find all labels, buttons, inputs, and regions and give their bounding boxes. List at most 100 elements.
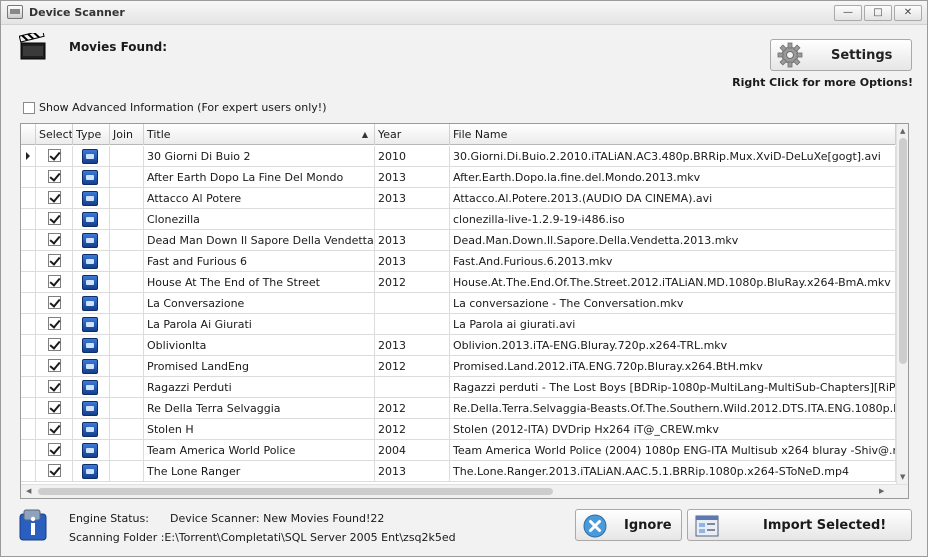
select-checkbox[interactable] — [48, 422, 61, 435]
select-checkbox[interactable] — [48, 401, 61, 414]
join-cell[interactable] — [110, 461, 144, 482]
select-checkbox[interactable] — [48, 317, 61, 330]
select-checkbox[interactable] — [48, 296, 61, 309]
column-header-join[interactable]: Join — [110, 124, 144, 145]
year-cell[interactable]: 2013 — [375, 167, 450, 188]
file-name-cell[interactable]: House.At.The.End.Of.The.Street.2012.iTAL… — [450, 272, 896, 293]
table-row[interactable]: Attacco Al Potere 2013 Attacco.Al.Potere.2… — [21, 188, 896, 209]
select-cell[interactable] — [36, 146, 73, 167]
horizontal-scrollbar[interactable]: ◀ ▶ — [21, 484, 908, 498]
select-checkbox[interactable] — [48, 191, 61, 204]
table-row[interactable]: Ragazzi Perduti Ragazzi perduti - The Los… — [21, 377, 896, 398]
title-cell[interactable]: La Conversazione — [144, 293, 375, 314]
join-cell[interactable] — [110, 356, 144, 377]
file-name-cell[interactable]: Attacco.Al.Potere.2013.(AUDIO DA CINEMA)… — [450, 188, 896, 209]
join-cell[interactable] — [110, 230, 144, 251]
title-cell[interactable]: Re Della Terra Selvaggia — [144, 398, 375, 419]
scroll-up-icon[interactable]: ▲ — [900, 127, 905, 135]
year-cell[interactable]: 2012 — [375, 272, 450, 293]
year-cell[interactable]: 2010 — [375, 146, 450, 167]
table-row[interactable]: OblivionIta 2013 Oblivion.2013.iTA-ENG.Blu… — [21, 335, 896, 356]
column-header-select[interactable]: Select — [36, 124, 73, 145]
close-button[interactable]: ✕ — [894, 5, 922, 21]
column-header-year[interactable]: Year — [375, 124, 450, 145]
table-row[interactable]: Clonezilla clonezilla-live-1.2.9-19-i486.… — [21, 209, 896, 230]
maximize-button[interactable]: □ — [864, 5, 892, 21]
table-row[interactable]: La Conversazione La conversazione - The C… — [21, 293, 896, 314]
join-cell[interactable] — [110, 272, 144, 293]
select-checkbox[interactable] — [48, 464, 61, 477]
select-checkbox[interactable] — [48, 212, 61, 225]
horizontal-scroll-thumb[interactable] — [38, 488, 553, 495]
table-row[interactable]: La Parola Ai Giurati La Parola ai giurati… — [21, 314, 896, 335]
join-cell[interactable] — [110, 188, 144, 209]
select-cell[interactable] — [36, 167, 73, 188]
vertical-scrollbar[interactable]: ▲ ▼ — [896, 124, 908, 484]
advanced-info-checkbox-box[interactable] — [23, 101, 35, 114]
table-row[interactable]: Fast and Furious 6 2013 Fast.And.Furious.6… — [21, 251, 896, 272]
title-cell[interactable]: OblivionIta — [144, 335, 375, 356]
scroll-left-icon[interactable]: ◀ — [26, 487, 31, 495]
join-cell[interactable] — [110, 209, 144, 230]
year-cell[interactable]: 2012 — [375, 419, 450, 440]
title-cell[interactable]: 30 Giorni Di Buio 2 — [144, 146, 375, 167]
select-checkbox[interactable] — [48, 275, 61, 288]
select-checkbox[interactable] — [48, 338, 61, 351]
year-cell[interactable]: 2013 — [375, 461, 450, 482]
select-checkbox[interactable] — [48, 170, 61, 183]
join-cell[interactable] — [110, 167, 144, 188]
ignore-button[interactable]: Ignore — [575, 509, 682, 541]
select-checkbox[interactable] — [48, 443, 61, 456]
settings-button[interactable]: Settings — [770, 39, 912, 71]
join-cell[interactable] — [110, 251, 144, 272]
title-cell[interactable]: House At The End of The Street — [144, 272, 375, 293]
title-cell[interactable]: Fast and Furious 6 — [144, 251, 375, 272]
file-name-cell[interactable]: After.Earth.Dopo.la.fine.del.Mondo.2013.… — [450, 167, 896, 188]
scroll-right-icon[interactable]: ▶ — [879, 487, 884, 495]
table-row[interactable]: Stolen H 2012 Stolen (2012-ITA) DVDrip Hx2… — [21, 419, 896, 440]
table-row[interactable]: Dead Man Down Il Sapore Della Vendetta 20… — [21, 230, 896, 251]
file-name-cell[interactable]: clonezilla-live-1.2.9-19-i486.iso — [450, 209, 896, 230]
year-cell[interactable] — [375, 377, 450, 398]
select-cell[interactable] — [36, 314, 73, 335]
select-cell[interactable] — [36, 293, 73, 314]
column-header-file-name[interactable]: File Name — [450, 124, 896, 145]
file-name-cell[interactable]: Stolen (2012-ITA) DVDrip Hx264 iT@_CREW.… — [450, 419, 896, 440]
advanced-info-checkbox[interactable]: Show Advanced Information (For expert us… — [23, 101, 327, 114]
table-row[interactable]: Promised LandEng 2012 Promised.Land.2012.i… — [21, 356, 896, 377]
year-cell[interactable] — [375, 293, 450, 314]
select-checkbox[interactable] — [48, 359, 61, 372]
file-name-cell[interactable]: La Parola ai giurati.avi — [450, 314, 896, 335]
file-name-cell[interactable]: Dead.Man.Down.Il.Sapore.Della.Vendetta.2… — [450, 230, 896, 251]
join-cell[interactable] — [110, 293, 144, 314]
file-name-cell[interactable]: La conversazione - The Conversation.mkv — [450, 293, 896, 314]
join-cell[interactable] — [110, 377, 144, 398]
year-cell[interactable]: 2013 — [375, 251, 450, 272]
select-cell[interactable] — [36, 188, 73, 209]
minimize-button[interactable]: — — [834, 5, 862, 21]
join-cell[interactable] — [110, 335, 144, 356]
table-row[interactable]: Re Della Terra Selvaggia 2012 Re.Della.Ter… — [21, 398, 896, 419]
title-bar[interactable]: Device Scanner — □ ✕ — [1, 1, 927, 25]
join-cell[interactable] — [110, 146, 144, 167]
select-checkbox[interactable] — [48, 380, 61, 393]
year-cell[interactable]: 2012 — [375, 398, 450, 419]
file-name-cell[interactable]: Oblivion.2013.iTA-ENG.Bluray.720p.x264-T… — [450, 335, 896, 356]
title-cell[interactable]: Clonezilla — [144, 209, 375, 230]
year-cell[interactable]: 2013 — [375, 230, 450, 251]
title-cell[interactable]: Dead Man Down Il Sapore Della Vendetta — [144, 230, 375, 251]
table-row[interactable]: The Lone Ranger 2013 The.Lone.Ranger.2013.… — [21, 461, 896, 482]
year-cell[interactable]: 2004 — [375, 440, 450, 461]
select-cell[interactable] — [36, 377, 73, 398]
year-cell[interactable] — [375, 209, 450, 230]
title-cell[interactable]: Ragazzi Perduti — [144, 377, 375, 398]
table-row[interactable]: 30 Giorni Di Buio 2 2010 30.Giorni.Di.Buio… — [21, 146, 896, 167]
title-cell[interactable]: The Lone Ranger — [144, 461, 375, 482]
select-cell[interactable] — [36, 209, 73, 230]
title-cell[interactable]: Promised LandEng — [144, 356, 375, 377]
select-cell[interactable] — [36, 230, 73, 251]
join-cell[interactable] — [110, 314, 144, 335]
join-cell[interactable] — [110, 398, 144, 419]
title-cell[interactable]: Team America World Police — [144, 440, 375, 461]
select-checkbox[interactable] — [48, 149, 61, 162]
